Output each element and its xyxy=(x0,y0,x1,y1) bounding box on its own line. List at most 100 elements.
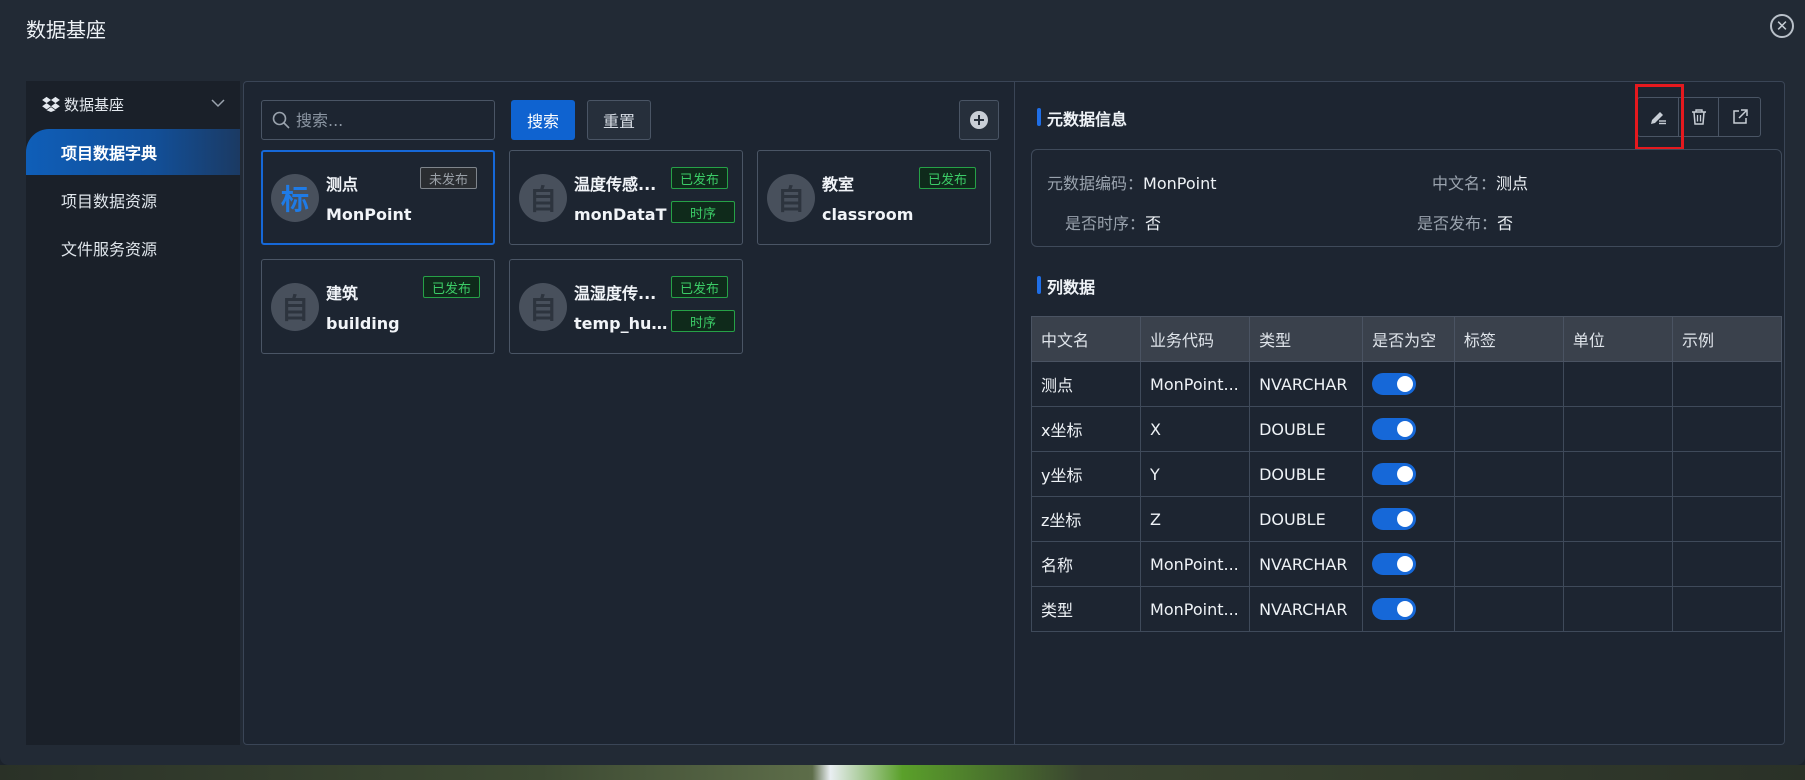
columns-table: 中文名 业务代码 类型 是否为空 标签 单位 示例 测点 MonPoint...… xyxy=(1030,316,1783,632)
cell-type: NVARCHAR xyxy=(1249,361,1364,407)
sidebar-item-file-service-resources[interactable]: 文件服务资源 xyxy=(26,225,240,271)
cell-unit xyxy=(1562,586,1673,632)
cell-code: MonPoint... xyxy=(1140,361,1251,407)
search-input[interactable] xyxy=(296,110,476,130)
cell-tag xyxy=(1453,406,1564,452)
cell-type: DOUBLE xyxy=(1249,451,1364,497)
cell-tag xyxy=(1453,496,1564,542)
col-header-nullable: 是否为空 xyxy=(1362,316,1455,362)
cell-nullable xyxy=(1362,586,1455,632)
timeseries-badge: 时序 xyxy=(671,310,735,332)
cell-unit xyxy=(1562,451,1673,497)
card-name: 测点 xyxy=(326,175,359,194)
sidebar-header-label: 数据基座 xyxy=(64,95,125,114)
avatar: 自 xyxy=(519,174,567,222)
avatar: 标 xyxy=(271,174,319,222)
cell-code: MonPoint... xyxy=(1140,586,1251,632)
metadata-box: 元数据编码：MonPoint 中文名：测点 是否时序：否 是否发布：否 xyxy=(1031,149,1782,247)
nullable-toggle[interactable] xyxy=(1372,508,1417,530)
search-button[interactable]: 搜索 xyxy=(511,100,575,140)
meta-cn-label: 中文名： xyxy=(1432,174,1497,193)
cell-code: MonPoint... xyxy=(1140,541,1251,587)
cell-cn: 测点 xyxy=(1030,361,1142,407)
cell-nullable xyxy=(1362,406,1455,452)
cell-cn: y坐标 xyxy=(1030,451,1142,497)
cell-cn: x坐标 xyxy=(1030,406,1142,452)
status-badge: 已发布 xyxy=(671,167,729,189)
cell-example xyxy=(1671,361,1783,407)
open-external-icon xyxy=(1732,109,1748,124)
cell-tag xyxy=(1453,451,1564,497)
avatar: 自 xyxy=(271,283,319,331)
cell-unit xyxy=(1562,361,1673,407)
table-row: 名称 MonPoint... NVARCHAR xyxy=(1030,541,1783,587)
cell-code: Y xyxy=(1140,451,1251,497)
table-header-row: 中文名 业务代码 类型 是否为空 标签 单位 示例 xyxy=(1030,316,1783,362)
delete-icon xyxy=(1691,109,1706,125)
cell-type: DOUBLE xyxy=(1249,406,1364,452)
card-building[interactable]: 自 建筑 building 已发布 xyxy=(261,259,495,354)
sidebar-item-project-data-dictionary[interactable]: 项目数据字典 xyxy=(26,129,240,175)
sidebar-header[interactable]: 数据基座 xyxy=(26,81,240,127)
card-mondatat[interactable]: 自 温度传感... monDataT 已发布 时序 xyxy=(509,150,743,245)
col-header-example: 示例 xyxy=(1671,316,1783,362)
chevron-down-icon[interactable] xyxy=(210,95,226,111)
col-header-type: 类型 xyxy=(1249,316,1364,362)
card-code: temp_hu... xyxy=(574,314,669,333)
columns-section-title: 列数据 xyxy=(1037,274,1095,298)
sidebar: 数据基座 项目数据字典 项目数据资源 文件服务资源 xyxy=(26,81,240,745)
card-monpoint[interactable]: 标 测点 MonPoint 未发布 xyxy=(261,150,495,245)
close-circle-icon[interactable]: ✕ xyxy=(1770,14,1794,38)
nullable-toggle[interactable] xyxy=(1372,598,1417,620)
plus-circle-icon xyxy=(970,111,988,129)
cell-example xyxy=(1671,406,1783,452)
sidebar-item-project-data-resources[interactable]: 项目数据资源 xyxy=(26,177,240,223)
meta-code-row: 元数据编码：MonPoint xyxy=(1047,170,1216,194)
highlight-box xyxy=(1635,84,1684,150)
card-name: 教室 xyxy=(822,175,855,194)
meta-pub-row: 是否发布：否 xyxy=(1417,210,1513,234)
window-title: 数据基座 xyxy=(26,18,106,42)
dropbox-icon xyxy=(42,96,60,112)
table-row: 测点 MonPoint... NVARCHAR xyxy=(1030,361,1783,407)
col-header-code: 业务代码 xyxy=(1140,316,1251,362)
open-external-button[interactable] xyxy=(1719,98,1760,136)
status-badge: 已发布 xyxy=(423,276,481,298)
cell-example xyxy=(1671,586,1783,632)
nullable-toggle[interactable] xyxy=(1372,553,1417,575)
background-strip xyxy=(0,765,1805,780)
cell-example xyxy=(1671,496,1783,542)
search-box[interactable] xyxy=(261,100,495,140)
cell-example xyxy=(1671,541,1783,587)
nullable-toggle[interactable] xyxy=(1372,418,1417,440)
cell-nullable xyxy=(1362,496,1455,542)
cell-nullable xyxy=(1362,541,1455,587)
card-code: MonPoint xyxy=(326,205,412,224)
add-button[interactable] xyxy=(959,100,999,140)
table-row: x坐标 X DOUBLE xyxy=(1030,406,1783,452)
cell-tag xyxy=(1453,361,1564,407)
cell-cn: 类型 xyxy=(1030,586,1142,632)
card-code: monDataT xyxy=(574,205,667,224)
nullable-toggle[interactable] xyxy=(1372,373,1417,395)
cell-type: NVARCHAR xyxy=(1249,586,1364,632)
card-classroom[interactable]: 自 教室 classroom 已发布 xyxy=(757,150,991,245)
card-temp-humidity[interactable]: 自 温湿度传... temp_hu... 已发布 时序 xyxy=(509,259,743,354)
panel-divider xyxy=(1014,82,1015,744)
col-header-unit: 单位 xyxy=(1562,316,1673,362)
status-badge: 已发布 xyxy=(671,276,729,298)
cell-unit xyxy=(1562,406,1673,452)
metadata-section-title: 元数据信息 xyxy=(1037,106,1127,130)
meta-cn-value: 测点 xyxy=(1496,174,1529,193)
col-header-cn: 中文名 xyxy=(1030,316,1142,362)
cell-cn: 名称 xyxy=(1030,541,1142,587)
cell-unit xyxy=(1562,496,1673,542)
cell-unit xyxy=(1562,541,1673,587)
reset-button[interactable]: 重置 xyxy=(587,100,651,140)
table-row: 类型 MonPoint... NVARCHAR xyxy=(1030,586,1783,632)
nullable-toggle[interactable] xyxy=(1372,463,1417,485)
sidebar-item-label: 项目数据字典 xyxy=(61,144,158,163)
sidebar-item-label: 项目数据资源 xyxy=(61,192,158,211)
cell-code: Z xyxy=(1140,496,1251,542)
delete-button[interactable] xyxy=(1679,98,1720,136)
